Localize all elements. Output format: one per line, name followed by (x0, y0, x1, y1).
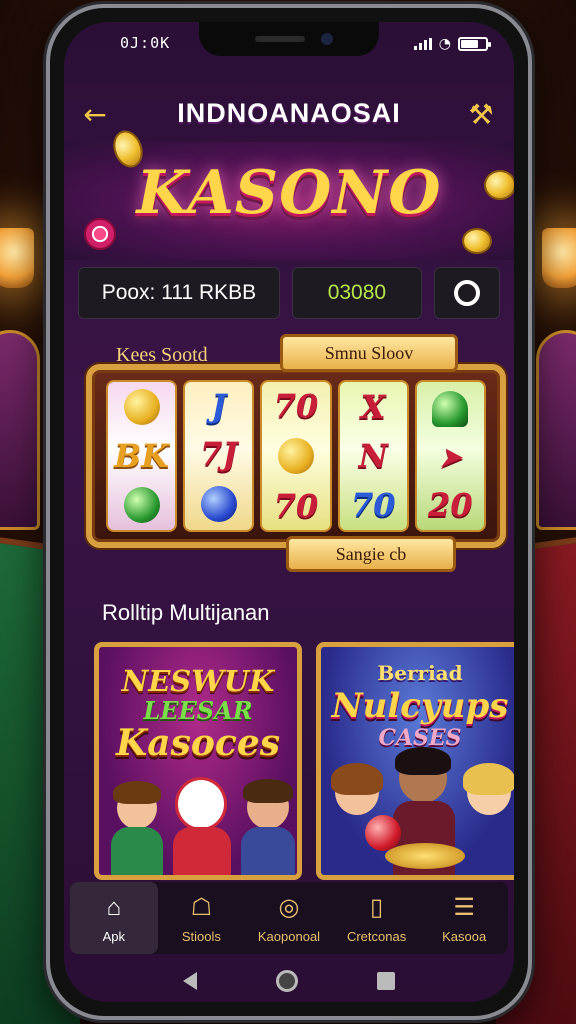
ruby-orb-icon (365, 815, 401, 851)
lamp-right (542, 228, 576, 288)
nav-label: Cretconas (346, 928, 407, 944)
game-title-line1: NESWUK (121, 664, 275, 698)
mascot-avatar (175, 777, 227, 831)
nav-label: Apk (102, 928, 125, 944)
wifi-icon: ◔ (438, 36, 451, 52)
game-title-line3: CASES (378, 725, 462, 751)
character-avatar (395, 747, 451, 803)
refresh-icon (453, 280, 480, 306)
slot-top-sign: Smnu Sloov (280, 334, 458, 372)
reel-symbol: 70 (273, 387, 319, 425)
target-icon: ◎ (278, 894, 300, 921)
game-title-line3: Kasoces (116, 722, 280, 764)
game-card-right[interactable]: Berriad Nulcyups CASES (316, 642, 514, 880)
coin-icon (462, 228, 492, 254)
menu-icon: ☰ (453, 894, 475, 921)
home-circle-icon[interactable] (275, 970, 298, 992)
game-title-line1: Berriad (377, 661, 463, 685)
reel-1: BK (106, 380, 178, 532)
back-triangle-icon[interactable] (183, 972, 198, 990)
card-icon: ▯ (369, 894, 384, 921)
character-avatar (113, 781, 161, 829)
tools-icon[interactable]: ⚒ (464, 98, 498, 132)
slot-machine-left (0, 330, 40, 530)
character-body (111, 827, 163, 875)
reel-symbol: 20 (428, 486, 473, 524)
orb-symbol (200, 486, 237, 522)
reel-symbol: 7J (200, 435, 238, 473)
bottom-nav: ⌂ Apk ☖ Stiools ◎ Kaoponoal ▯ Cretconas … (70, 882, 508, 954)
info-row: Poox: 111 RKBB 03080 (78, 267, 500, 319)
reel-symbol: X (360, 387, 386, 426)
orb-symbol (123, 486, 160, 523)
coin-symbol (123, 389, 160, 426)
reel-symbol: 70 (350, 486, 396, 525)
phone-screen: 0J:0K ◔ ← INDNOANAOSAI ⚒ KASONO Poox: 11… (64, 22, 514, 1002)
house-icon: ☖ (190, 894, 213, 921)
nav-label: Kaoponoal (257, 928, 321, 944)
fish-symbol: ➤ (439, 443, 462, 473)
treasure-plate-icon (385, 843, 465, 869)
reel-symbol: N (358, 436, 388, 475)
reel-symbol: BK (114, 436, 170, 475)
refresh-button[interactable] (433, 267, 500, 319)
character-body (241, 827, 295, 875)
nav-item-cretconas[interactable]: ▯ Cretconas (333, 882, 421, 954)
reel-4: X N 70 (337, 380, 409, 532)
nav-label: Kasooa (442, 928, 487, 944)
nav-item-kaoponoal[interactable]: ◎ Kaoponoal (245, 882, 333, 954)
character-avatar (331, 763, 383, 815)
system-nav-bar (64, 960, 514, 1002)
game-title-line2: Nulcyups (331, 686, 509, 726)
status-time: 0J:0K (120, 34, 171, 52)
nav-item-apk[interactable]: ⌂ Apk (70, 882, 158, 954)
mascot-body (173, 827, 231, 875)
character-avatar (463, 763, 514, 815)
game-card-left[interactable]: NESWUK LEESAR Kasoces (94, 642, 302, 880)
phone-frame: 0J:0K ◔ ← INDNOANAOSAI ⚒ KASONO Poox: 11… (46, 4, 532, 1020)
nav-label: Stiools (181, 928, 221, 944)
game-title-line2: LEESAR (143, 696, 253, 725)
code-display: 03080 (291, 267, 422, 319)
section-title: Rolltip Multijanan (102, 600, 270, 625)
reel-symbol: 70 (273, 487, 319, 525)
lamp-left (0, 228, 34, 288)
casino-logo: KASONO (136, 158, 442, 228)
reel-3: 70 70 (260, 380, 332, 532)
logo-banner: KASONO (64, 126, 514, 260)
reel-symbol: J (211, 387, 227, 425)
arch-symbol (432, 391, 469, 427)
orb-symbol (278, 438, 314, 474)
app-title: INDNOANAOSAI (177, 98, 401, 128)
battery-icon (458, 37, 491, 51)
slot-machine-right (536, 330, 576, 530)
character-avatar (243, 779, 293, 829)
nav-item-kasooa[interactable]: ☰ Kasooa (420, 882, 508, 954)
nav-item-stiools[interactable]: ☖ Stiools (158, 882, 246, 954)
balance-display: Poox: 111 RKBB (78, 267, 280, 319)
reel-2: J 7J (183, 380, 255, 532)
signal-icon (413, 38, 432, 50)
reel-5: ➤ 20 (414, 380, 487, 532)
home-icon: ⌂ (106, 893, 122, 921)
recents-square-icon[interactable] (376, 972, 395, 990)
slot-reels[interactable]: BK J 7J 70 70 X N 70 ➤ 20 (86, 364, 506, 548)
notch (199, 22, 379, 56)
slot-bottom-sign[interactable]: Sangie cb (286, 536, 456, 572)
